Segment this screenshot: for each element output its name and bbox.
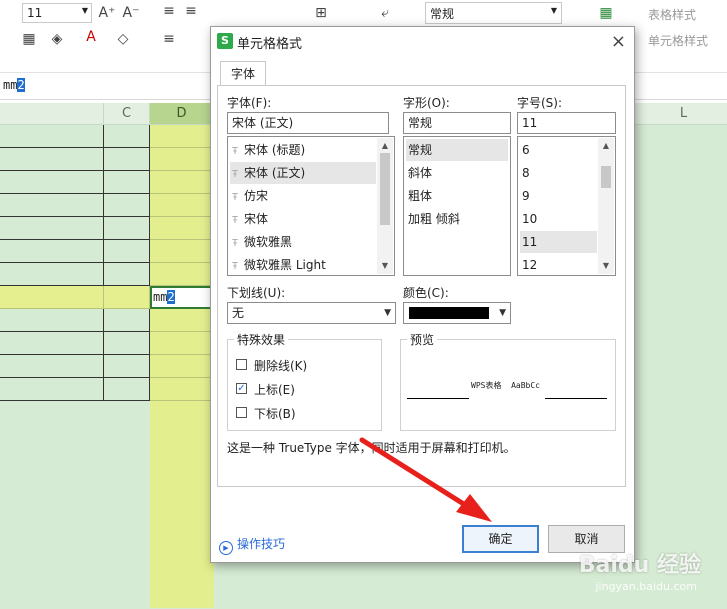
arrow-shaft	[359, 437, 473, 511]
watermark-url: jingyan.baidu.com	[595, 580, 697, 593]
red-arrow-annotation	[359, 437, 492, 522]
arrow-head	[456, 494, 492, 522]
watermark-logo: Baidu 经验	[578, 553, 701, 578]
